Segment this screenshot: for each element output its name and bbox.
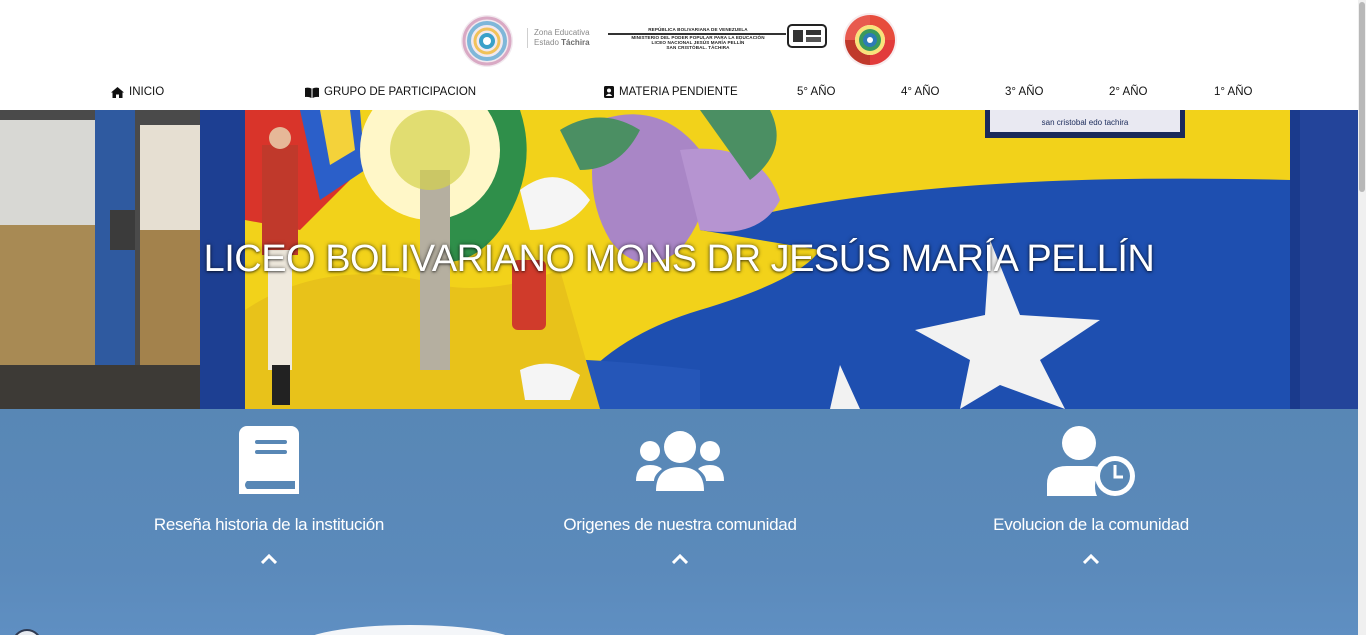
feature-label: Reseña historia de la institución [153,515,385,534]
zona-line-2-bold: Táchira [561,38,590,47]
scrollbar-thumb[interactable] [1359,2,1365,192]
nav-item-3-ano[interactable]: 3° AÑO [1005,86,1043,98]
nav-item-label: INICIO [129,86,165,98]
nav-item-materia-pendiente[interactable]: MATERIA PENDIENTE [604,86,738,98]
school-emblem-logo[interactable] [841,11,899,69]
user-clock-icon [1047,426,1135,496]
nav-item-label: 1° AÑO [1214,86,1253,98]
nav-item-grupo-participacion[interactable]: GRUPO DE PARTICIPACION [305,86,476,98]
zona-line-2-prefix: Estado [534,38,562,47]
school-seal-icon [787,24,827,48]
ministry-line-1: REPÚBLICA BOLIVARIANA DE VENEZUELA [648,27,748,32]
nav-item-inicio[interactable]: INICIO [111,86,164,98]
zona-educativa-text: Zona Educativa Estado Táchira [527,28,590,48]
home-icon [111,86,124,98]
nav-item-label: 2° AÑO [1109,86,1148,98]
floating-badge-icon[interactable] [12,629,42,635]
nav-item-5-ano[interactable]: 5° AÑO [797,86,835,98]
nav-item-label: 3° AÑO [1005,86,1044,98]
mural-plaque-text: san cristobal edo tachira [1042,118,1129,127]
page-scrollbar[interactable] [1358,0,1366,635]
hero-banner: san cristobal edo tachira LICEO BOLIVARI… [0,110,1358,409]
zona-line-2: Estado Táchira [534,38,590,48]
nav-item-label: GRUPO DE PARTICIPACION [324,86,477,98]
nav-item-label: MATERIA PENDIENTE [619,86,738,98]
site-header: Zona Educativa Estado Táchira REPÚBLICA … [0,0,1366,110]
book-icon [239,426,299,494]
nav-item-1-ano[interactable]: 1° AÑO [1214,86,1252,98]
education-zone-logo[interactable] [458,13,516,69]
header-logos: Zona Educativa Estado Táchira REPÚBLICA … [0,8,1366,72]
chevron-up-icon[interactable] [672,554,688,564]
nav-item-4-ano[interactable]: 4° AÑO [901,86,939,98]
book-open-icon [305,87,319,98]
feature-label: Origenes de nuestra comunidad [563,515,797,534]
main-nav: INICIO GRUPO DE PARTICIPACION MATERIA PE… [0,82,1366,104]
chevron-up-icon[interactable] [1083,554,1099,564]
users-icon [636,431,724,491]
chevron-up-icon[interactable] [261,554,277,564]
ministry-line-4: SAN CRISTÓBAL. TÁCHIRA [666,45,730,50]
ministry-header: REPÚBLICA BOLIVARIANA DE VENEZUELA MINIS… [608,25,786,50]
nav-item-label: 5° AÑO [797,86,836,98]
decorative-wave [300,625,520,635]
feature-label: Evolucion de la comunidad [993,515,1189,534]
nav-item-label: 4° AÑO [901,86,940,98]
address-book-icon [604,86,614,98]
features-section: Reseña historia de la institución Origen… [0,409,1358,635]
zona-line-1: Zona Educativa [534,28,590,37]
nav-item-2-ano[interactable]: 2° AÑO [1109,86,1147,98]
hero-title: LICEO BOLIVARIANO MONS DR JESÚS MARÍA PE… [203,238,1155,280]
